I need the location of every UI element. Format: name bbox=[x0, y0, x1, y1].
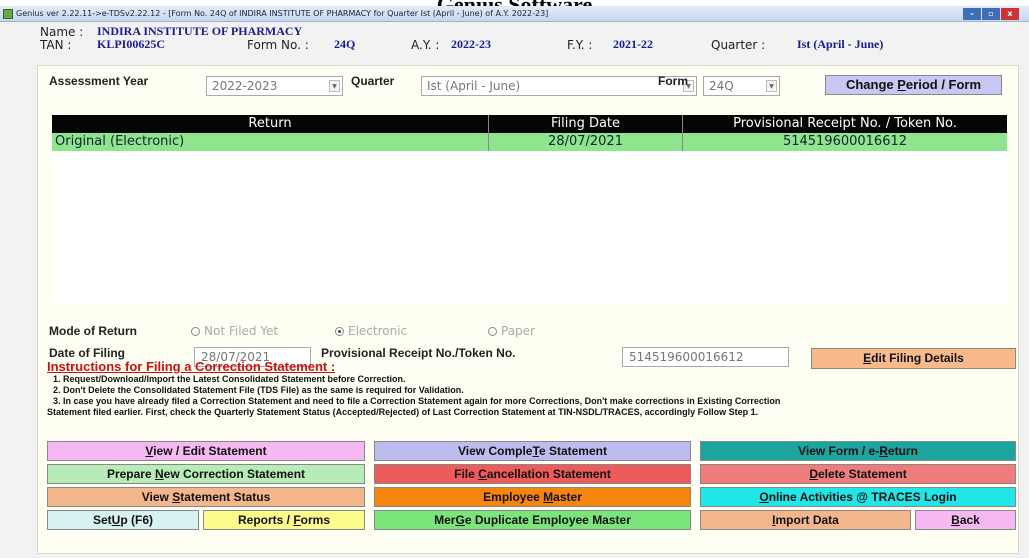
window-controls: – ▫ x bbox=[962, 8, 1019, 20]
ay-value: 2022-23 bbox=[451, 37, 491, 51]
form-select-value: 24Q bbox=[709, 79, 734, 93]
quarter-value: Ist (April - June) bbox=[797, 37, 884, 51]
edit-filing-details-button[interactable]: Edit Filing Details bbox=[811, 348, 1016, 369]
back-button[interactable]: Back bbox=[915, 510, 1016, 530]
view-statement-status-button[interactable]: View Statement Status bbox=[47, 487, 365, 507]
radio-paper[interactable]: Paper bbox=[488, 324, 535, 338]
cell-return: Original (Electronic) bbox=[55, 134, 185, 149]
column-header-token: Provisional Receipt No. / Token No. bbox=[733, 116, 957, 131]
ay-label: A.Y. : bbox=[411, 38, 440, 52]
view-edit-statement-button[interactable]: View / Edit Statement bbox=[47, 441, 365, 461]
fy-label: F.Y. : bbox=[567, 38, 593, 52]
quarter-label: Quarter : bbox=[711, 38, 766, 52]
employee-master-button[interactable]: Employee Master bbox=[374, 487, 691, 507]
view-complete-statement-button[interactable]: View CompleTe Statement bbox=[374, 441, 691, 461]
prepare-new-correction-button[interactable]: Prepare New Correction Statement bbox=[47, 464, 365, 484]
main-window: Name : INDIRA INSTITUTE OF PHARMACY TAN … bbox=[0, 22, 1029, 558]
setup-button[interactable]: SetUp (F6) bbox=[47, 510, 199, 530]
table-header: Return Filing Date Provisional Receipt N… bbox=[52, 115, 1007, 133]
window-titlebar: Genius ver 2.22.11->e-TDSv2.22.12 - [For… bbox=[0, 6, 1029, 22]
delete-statement-button[interactable]: Delete Statement bbox=[700, 464, 1016, 484]
table-row[interactable]: Original (Electronic) 28/07/2021 5145196… bbox=[52, 133, 1007, 151]
tan-value: KLPI00625C bbox=[97, 37, 166, 51]
name-label: Name : bbox=[40, 25, 84, 39]
reports-forms-button[interactable]: Reports / Forms bbox=[203, 510, 365, 530]
form-select[interactable]: 24Q ▼ bbox=[703, 76, 780, 96]
radio-electronic[interactable]: Electronic bbox=[335, 324, 407, 338]
merge-duplicate-employee-button[interactable]: MerGe Duplicate Employee Master bbox=[374, 510, 691, 530]
mode-of-return-label: Mode of Return bbox=[49, 324, 137, 338]
assessment-year-select[interactable]: 2022-2023 ▼ bbox=[206, 76, 343, 96]
returns-table: Return Filing Date Provisional Receipt N… bbox=[52, 115, 1007, 305]
import-data-button[interactable]: Import Data bbox=[700, 510, 911, 530]
date-of-filing-label: Date of Filing bbox=[49, 346, 125, 360]
quarter-select-value: Ist (April - June) bbox=[427, 79, 521, 93]
cell-token: 514519600016612 bbox=[782, 134, 908, 149]
minimize-button[interactable]: – bbox=[963, 8, 981, 20]
tan-label: TAN : bbox=[40, 38, 72, 52]
token-label: Provisional Receipt No./Token No. bbox=[321, 346, 516, 360]
instruction-line-4: Statement filed earlier. First, check th… bbox=[47, 407, 759, 417]
assessment-year-value: 2022-2023 bbox=[212, 79, 278, 93]
view-form-return-button[interactable]: View Form / e-Return bbox=[700, 441, 1016, 461]
token-field[interactable]: 514519600016612 bbox=[622, 347, 789, 367]
window-title: Genius ver 2.22.11->e-TDSv2.22.12 - [For… bbox=[16, 9, 549, 18]
assessment-year-label: Assessment Year bbox=[49, 74, 149, 88]
fy-value: 2021-22 bbox=[613, 37, 653, 51]
statement-panel: Assessment Year 2022-2023 ▼ Quarter Ist … bbox=[37, 65, 1019, 554]
maximize-button[interactable]: ▫ bbox=[982, 8, 1000, 20]
quarter-select[interactable]: Ist (April - June) ▼ bbox=[421, 76, 697, 96]
radio-circle-icon bbox=[191, 327, 200, 336]
form-no-label: Form No. : bbox=[247, 38, 309, 52]
period-quarter-label: Quarter bbox=[351, 74, 395, 88]
change-period-button[interactable]: Change Period / Form bbox=[825, 75, 1002, 95]
column-header-filing-date: Filing Date bbox=[550, 116, 621, 131]
instruction-line-3: 3. In case you have already filed a Corr… bbox=[53, 396, 781, 406]
form-label: Form bbox=[658, 74, 688, 88]
cell-filing-date: 28/07/2021 bbox=[548, 134, 623, 149]
app-icon bbox=[3, 9, 13, 19]
radio-selected-icon bbox=[335, 327, 344, 336]
radio-not-filed[interactable]: Not Filed Yet bbox=[191, 324, 278, 338]
instructions-title: Instructions for Filing a Correction Sta… bbox=[47, 359, 336, 374]
close-button[interactable]: x bbox=[1001, 8, 1019, 20]
file-cancellation-button[interactable]: File Cancellation Statement bbox=[374, 464, 691, 484]
chevron-down-icon[interactable]: ▼ bbox=[766, 80, 777, 92]
instruction-line-1: 1. Request/Download/Import the Latest Co… bbox=[53, 374, 406, 384]
radio-circle-icon bbox=[488, 327, 497, 336]
online-activities-traces-button[interactable]: Online Activities @ TRACES Login bbox=[700, 487, 1016, 507]
form-no-value: 24Q bbox=[334, 37, 356, 51]
column-header-return: Return bbox=[248, 116, 292, 131]
chevron-down-icon[interactable]: ▼ bbox=[329, 80, 340, 92]
instruction-line-2: 2. Don't Delete the Consolidated Stateme… bbox=[53, 385, 464, 395]
